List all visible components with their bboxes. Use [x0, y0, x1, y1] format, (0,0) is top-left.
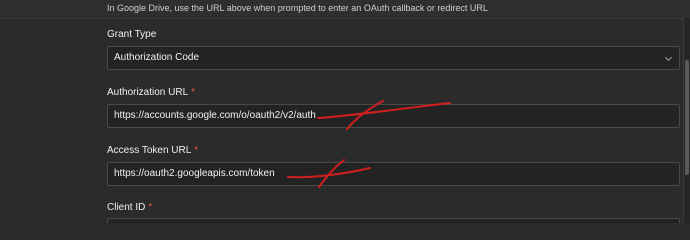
access-token-url-input[interactable]: https://oauth2.googleapis.com/token [107, 162, 680, 186]
client-id-label: Client ID * [107, 202, 152, 213]
grant-type-label: Grant Type [107, 29, 156, 40]
scrollbar[interactable] [683, 18, 690, 223]
access-token-url-value: https://oauth2.googleapis.com/token [114, 168, 275, 179]
client-id-input[interactable] [107, 218, 680, 223]
required-marker: * [191, 87, 196, 98]
grant-type-select[interactable]: Authorization Code [107, 46, 680, 70]
required-marker: * [148, 202, 153, 213]
client-id-label-text: Client ID [107, 202, 146, 213]
help-text-strip: In Google Drive, use the URL above when … [0, 0, 690, 19]
access-token-url-label: Access Token URL * [107, 145, 198, 156]
authorization-url-input[interactable]: https://accounts.google.com/o/oauth2/v2/… [107, 104, 680, 128]
authorization-url-value: https://accounts.google.com/o/oauth2/v2/… [114, 110, 316, 121]
scrollbar-thumb[interactable] [685, 60, 689, 175]
access-token-url-label-text: Access Token URL [107, 145, 192, 156]
oauth-settings-panel: In Google Drive, use the URL above when … [0, 0, 690, 223]
grant-type-value: Authorization Code [114, 52, 200, 63]
chevron-down-icon [664, 56, 673, 62]
redirect-url-hint: In Google Drive, use the URL above when … [107, 3, 488, 13]
grant-type-label-text: Grant Type [107, 29, 157, 40]
authorization-url-label: Authorization URL * [107, 87, 195, 98]
required-marker: * [194, 145, 199, 156]
authorization-url-label-text: Authorization URL [107, 87, 189, 98]
